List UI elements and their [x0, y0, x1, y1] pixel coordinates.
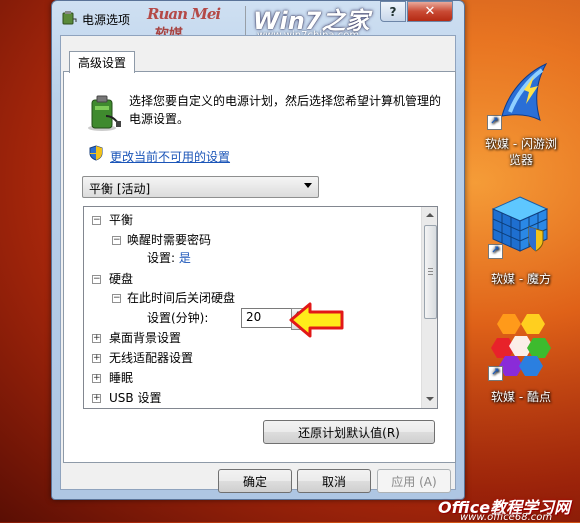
close-button[interactable]: ✕ — [407, 1, 453, 22]
tree-node-label: 在此时间后关闭硬盘 — [127, 291, 236, 305]
tree-node-label: 平衡 — [109, 213, 134, 227]
desktop-icon-flash-browser[interactable]: ↗ 软媒 - 闪游浏 览器 — [476, 60, 566, 172]
tree-node-label: 无线适配器设置 — [109, 351, 194, 365]
watermark-url: www.office68.com — [460, 512, 553, 523]
help-button[interactable]: ? — [380, 1, 406, 22]
scroll-up-icon[interactable] — [426, 213, 434, 217]
collapse-icon[interactable]: − — [92, 275, 101, 284]
tab-advanced-settings[interactable]: 高级设置 — [69, 51, 135, 73]
desktop-icon-label: 软媒 - 魔方 — [491, 272, 551, 286]
window-title: 电源选项 — [82, 13, 131, 27]
cancel-button[interactable]: 取消 — [297, 469, 371, 493]
flash-browser-icon — [501, 62, 548, 121]
grip-line — [428, 271, 433, 272]
power-options-icon — [62, 11, 77, 25]
highlight-arrow-icon — [289, 302, 344, 338]
desktop-icon-label: 软媒 - 酷点 — [491, 390, 551, 404]
tree-scrollbar[interactable] — [421, 207, 437, 408]
tree-setting-wake-password[interactable]: 设置: 是 — [147, 249, 191, 267]
collapse-icon[interactable]: − — [112, 236, 121, 245]
description-text: 选择您要自定义的电源计划，然后选择您希望计算机管理的电源设置。 — [129, 94, 442, 126]
grip-line — [428, 274, 433, 275]
change-unavailable-settings-link[interactable]: 更改当前不可用的设置 — [110, 148, 230, 165]
desktop-icon-label: 软媒 - 闪游浏 览器 — [476, 136, 566, 168]
settings-tree: − 平衡 − 唤醒时需要密码 设置: 是 − 硬盘 − 在此时间后关闭硬盘 设置… — [83, 206, 438, 409]
tree-node-label: USB 设置 — [109, 391, 162, 405]
tree-node-label: 唤醒时需要密码 — [127, 233, 212, 247]
expand-icon[interactable]: + — [92, 354, 101, 363]
minutes-input[interactable]: 20 — [241, 308, 293, 328]
collapse-icon[interactable]: − — [112, 294, 121, 303]
desktop-icon-kudian[interactable]: ↗ 软媒 - 酷点 — [476, 310, 566, 410]
power-plan-dropdown[interactable]: 平衡 [活动] — [82, 176, 319, 198]
desktop-icon-mofang[interactable]: ↗ 软媒 - 魔方 — [476, 193, 566, 293]
office68-watermark: Office教程学习网 www.office68.com — [438, 496, 580, 523]
setting-value-link[interactable]: 是 — [179, 251, 191, 265]
shortcut-arrow-icon: ↗ — [488, 244, 503, 259]
label-line: 软媒 - 闪游浏 — [485, 137, 557, 151]
power-plan-selected: 平衡 [活动] — [89, 182, 151, 196]
shortcut-arrow-icon: ↗ — [487, 115, 502, 130]
minutes-value: 20 — [246, 310, 262, 324]
collapse-icon[interactable]: − — [92, 216, 101, 225]
apply-button[interactable]: 应用 (A) — [377, 469, 451, 493]
shortcut-arrow-icon: ↗ — [488, 366, 503, 381]
tree-node-label: 睡眠 — [109, 371, 134, 385]
expand-icon[interactable]: + — [92, 374, 101, 383]
setting-label: 设置: — [147, 251, 176, 265]
ruanmei-logo-text: Ruan Mei — [147, 5, 221, 23]
expand-icon[interactable]: + — [92, 334, 101, 343]
chevron-down-icon — [304, 183, 312, 188]
tree-setting-minutes-label: 设置(分钟): — [147, 311, 209, 325]
label-line: 览器 — [508, 153, 533, 167]
restore-defaults-button[interactable]: 还原计划默认值(R) — [263, 420, 435, 444]
ok-button[interactable]: 确定 — [218, 469, 292, 493]
grip-line — [428, 268, 433, 269]
expand-icon[interactable]: + — [92, 394, 101, 403]
scroll-thumb[interactable] — [424, 225, 437, 319]
battery-plan-icon — [88, 95, 121, 131]
scroll-down-icon[interactable] — [426, 397, 434, 401]
uac-shield-icon — [89, 145, 103, 161]
title-bar[interactable]: 电源选项 Ruan Mei 软媒 Win7之家 www.win7china.co… — [52, 1, 464, 43]
tree-node-label: 桌面背景设置 — [109, 331, 182, 345]
tree-node-label: 硬盘 — [109, 272, 134, 286]
